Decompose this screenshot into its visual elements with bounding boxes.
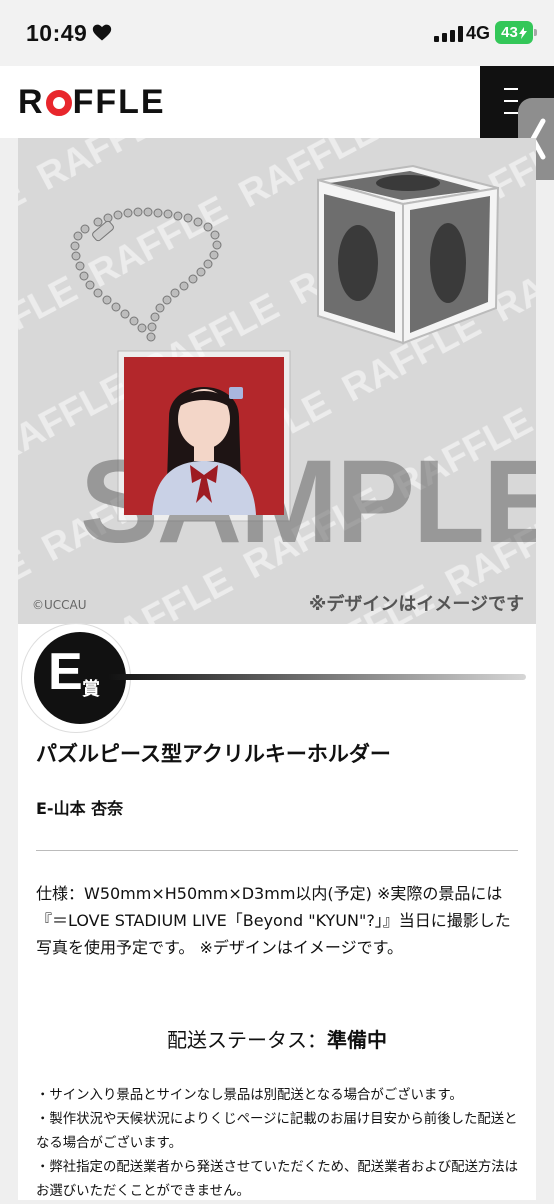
prize-title: パズルピース型アクリルキーホルダー bbox=[36, 742, 391, 766]
status-bar: 10:49 4G 43 bbox=[0, 0, 554, 66]
heart-icon bbox=[92, 24, 112, 41]
acrylic-cube bbox=[317, 164, 500, 345]
network-type: 4G bbox=[466, 23, 491, 43]
battery-level: 43 bbox=[501, 24, 518, 41]
prize-card: E 賞 パズルピース型アクリルキーホルダー E-山本 杏奈 仕様：W50mm×H… bbox=[18, 624, 536, 1200]
charging-icon bbox=[518, 26, 527, 39]
signal-icon bbox=[434, 26, 463, 42]
shipping-status-label: 配送ステータス： bbox=[167, 1028, 327, 1052]
site-header: R FFLE bbox=[0, 66, 554, 138]
prize-member: E-山本 杏奈 bbox=[36, 799, 124, 818]
logo-text-end: FFLE bbox=[72, 83, 166, 121]
shipping-status: 配送ステータス：準備中 bbox=[18, 1024, 536, 1053]
battery-icon: 43 bbox=[495, 21, 537, 44]
member-photo bbox=[124, 357, 284, 515]
grade-letter: E bbox=[48, 643, 83, 701]
logo-text-start: R bbox=[18, 83, 45, 121]
shipping-note: ・弊社指定の配送業者から発送させていただくため、配送業者および配送方法はお選びい… bbox=[36, 1160, 519, 1199]
badge-divider-line bbox=[108, 674, 526, 680]
prize-spec: 仕様：W50mm×H50mm×D3mm以内(予定) ※実際の景品には『＝LOVE… bbox=[36, 884, 511, 957]
shipping-status-value: 準備中 bbox=[327, 1028, 387, 1052]
logo-dot-icon bbox=[45, 89, 72, 116]
section-divider bbox=[36, 850, 518, 851]
status-time: 10:49 bbox=[26, 20, 88, 46]
image-disclaimer: ※デザインはイメージです bbox=[308, 594, 524, 615]
shipping-note: ・サイン入り景品とサインなし景品は別配送となる場合がございます。 bbox=[36, 1088, 463, 1103]
raffle-logo[interactable]: R FFLE bbox=[18, 83, 166, 122]
product-image: RAFFLE bbox=[18, 138, 536, 624]
shipping-note: ・製作状況や天候状況によりくじページに記載のお届け目安から前後した配送となる場合… bbox=[36, 1112, 518, 1151]
grade-suffix: 賞 bbox=[82, 679, 100, 700]
shipping-notes: ・サイン入り景品とサインなし景品は別配送となる場合がございます。 ・製作状況や天… bbox=[36, 1084, 530, 1204]
copyright-text: ©UCCAU bbox=[32, 598, 87, 612]
